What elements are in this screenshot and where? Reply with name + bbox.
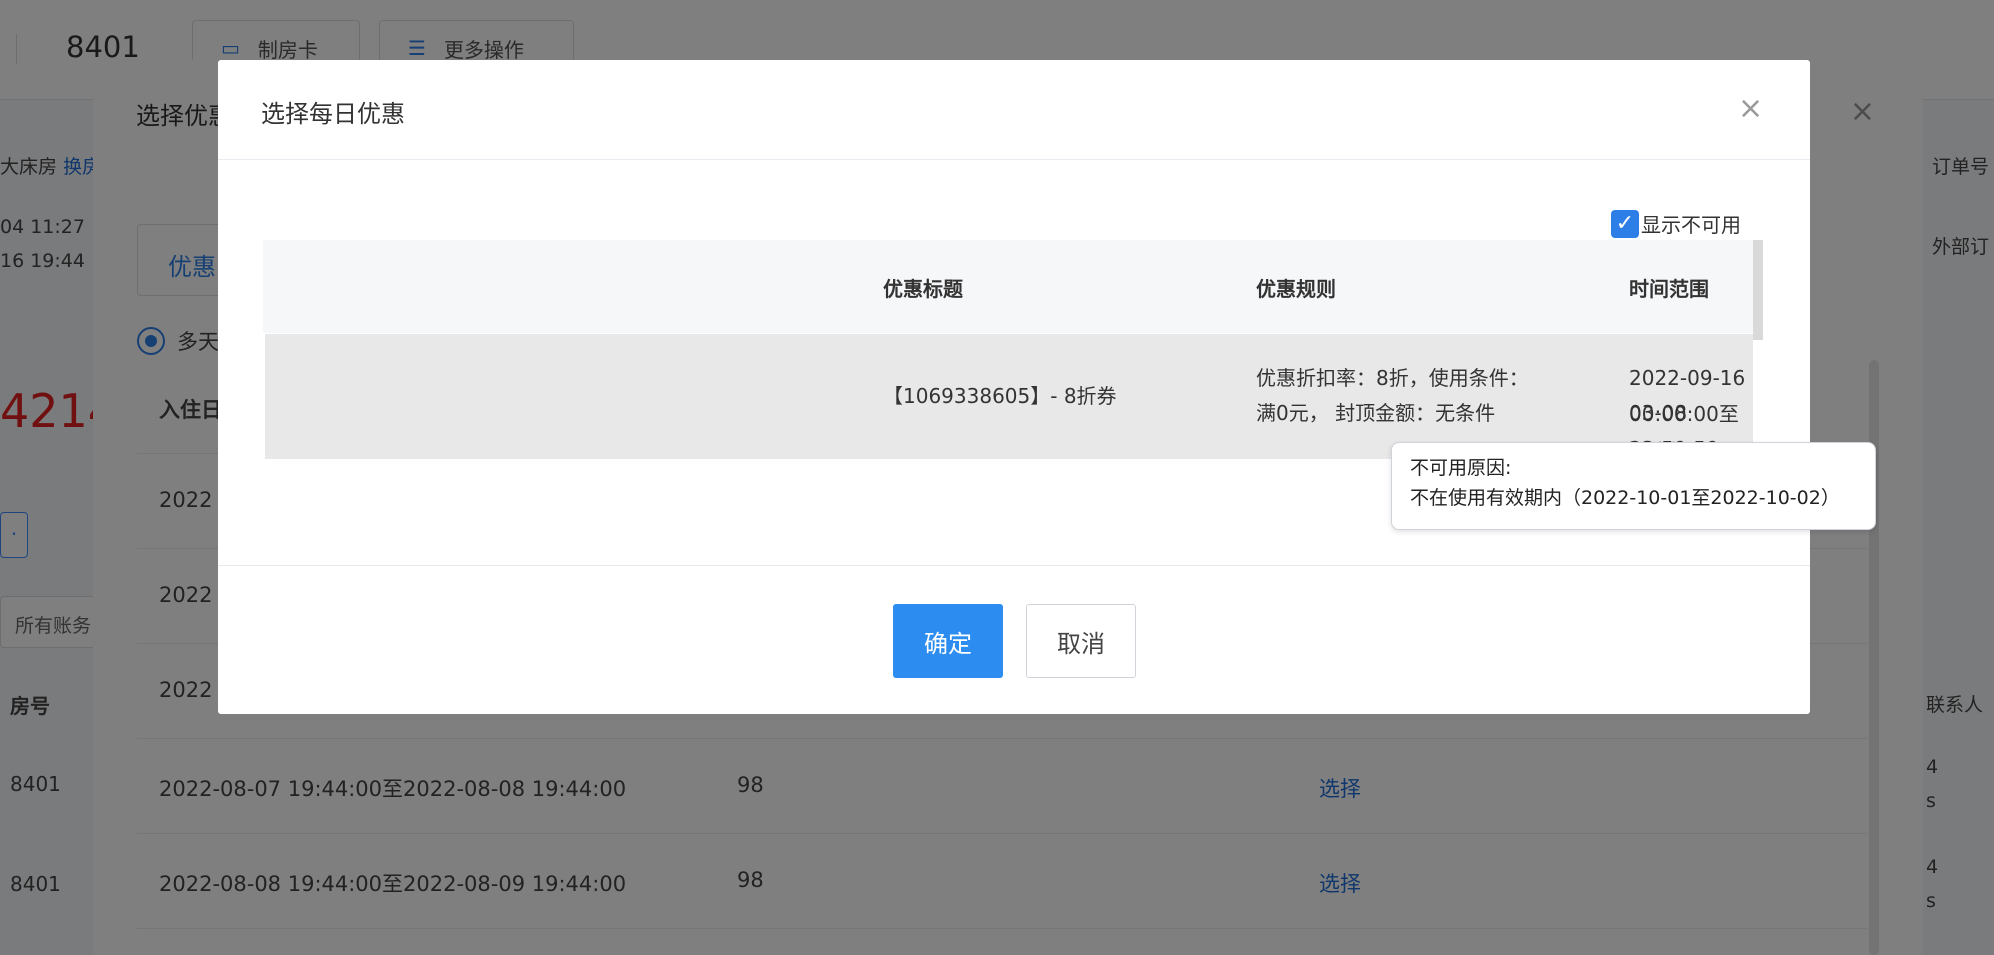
daily-discount-modal: 选择每日优惠 × ✓ 显示不可用 优惠标题 优惠规则 时间范围 【1069338…	[218, 60, 1810, 714]
modal-title: 选择每日优惠	[261, 100, 405, 128]
modal-header: 选择每日优惠 ×	[218, 60, 1810, 160]
table-scrollbar[interactable]	[1753, 240, 1763, 340]
tooltip-reason: 不在使用有效期内（2022-10-01至2022-10-02）	[1410, 487, 1840, 509]
unavailable-reason-tooltip: 不可用原因: 不在使用有效期内（2022-10-01至2022-10-02）	[1391, 442, 1876, 530]
coupon-rule-line1: 优惠折扣率：8折，使用条件：	[1256, 366, 1529, 390]
show-unavailable-label: 显示不可用	[1641, 213, 1741, 237]
discount-table: 优惠标题 优惠规则 时间范围 【1069338605】- 8折券 优惠折扣率：8…	[263, 240, 1763, 462]
close-icon[interactable]: ×	[1738, 94, 1763, 124]
table-header: 优惠标题 优惠规则 时间范围	[263, 240, 1753, 333]
coupon-rule-line2: 满0元， 封顶金额：无条件	[1256, 401, 1496, 425]
coupon-title: 【1069338605】- 8折券	[883, 384, 1117, 408]
cancel-button[interactable]: 取消	[1026, 604, 1136, 678]
column-title: 优惠标题	[883, 277, 963, 301]
confirm-button[interactable]: 确定	[893, 604, 1003, 678]
checkmark-icon: ✓	[1611, 209, 1639, 238]
footer-divider	[218, 565, 1810, 566]
show-unavailable-checkbox[interactable]: ✓ 显示不可用	[1611, 209, 1741, 238]
table-row[interactable]: 【1069338605】- 8折券 优惠折扣率：8折，使用条件： 满0元， 封顶…	[265, 334, 1753, 462]
column-time-range: 时间范围	[1629, 277, 1709, 301]
tooltip-heading: 不可用原因:	[1410, 457, 1512, 479]
column-rule: 优惠规则	[1256, 277, 1336, 301]
